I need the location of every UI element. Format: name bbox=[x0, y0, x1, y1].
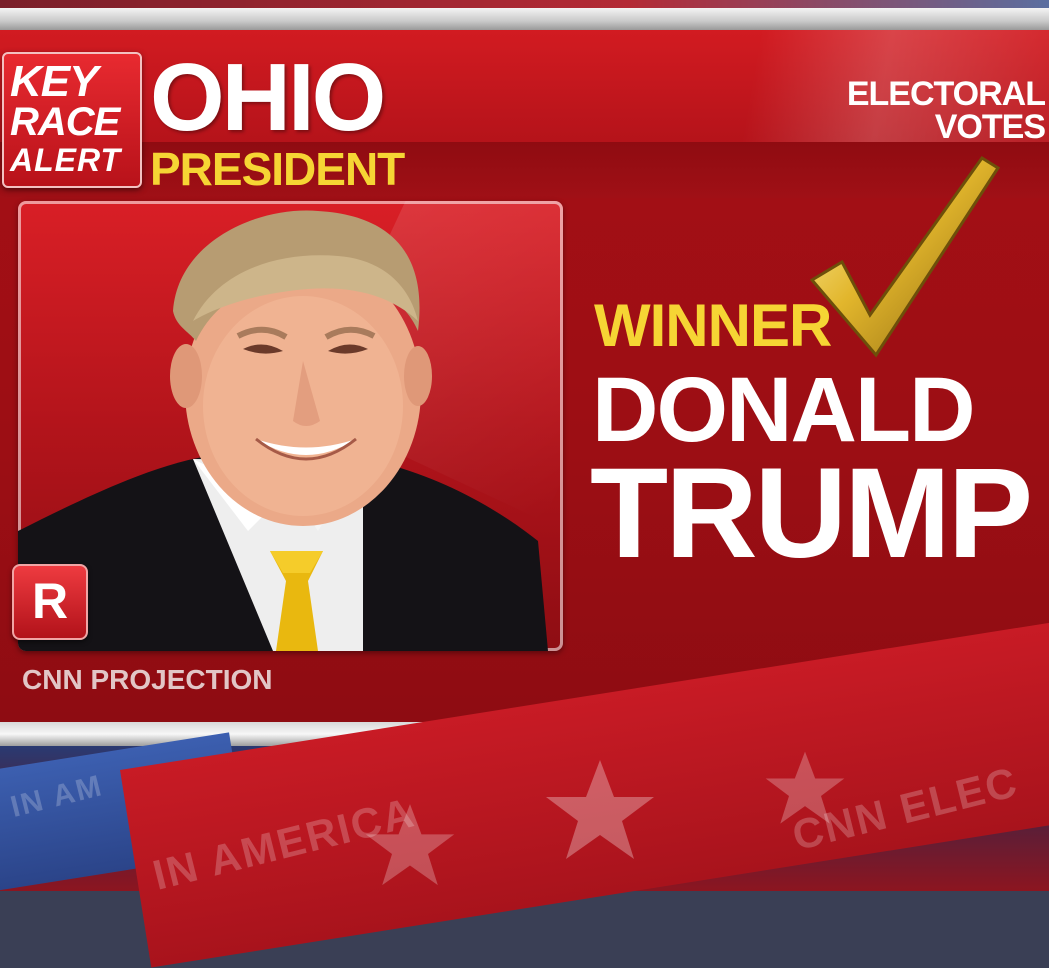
office-title: PRESIDENT bbox=[150, 143, 405, 195]
star-icon bbox=[546, 760, 654, 859]
party-badge: R bbox=[12, 564, 88, 640]
electoral-line-2: VOTES bbox=[934, 108, 1046, 147]
alert-line-1: KEY bbox=[10, 57, 98, 106]
gold-checkmark-icon bbox=[810, 155, 1001, 358]
source-label: CNN PROJECTION bbox=[22, 664, 273, 695]
electoral-votes-label: ELECTORAL VOTES bbox=[825, 75, 1046, 147]
alert-line-2: RACE bbox=[10, 100, 120, 144]
candidate-portrait bbox=[18, 210, 548, 651]
panel-frame-top bbox=[0, 8, 1049, 30]
key-race-alert-badge: KEY RACE ALERT bbox=[2, 52, 142, 188]
candidate-photo-frame bbox=[18, 201, 563, 651]
candidate-last-name: TRUMP bbox=[590, 442, 1033, 585]
winner-label: WINNER bbox=[594, 292, 832, 359]
alert-line-3: ALERT bbox=[10, 142, 122, 178]
state-title: OHIO bbox=[150, 44, 386, 151]
electoral-line-1: ELECTORAL bbox=[846, 75, 1046, 113]
